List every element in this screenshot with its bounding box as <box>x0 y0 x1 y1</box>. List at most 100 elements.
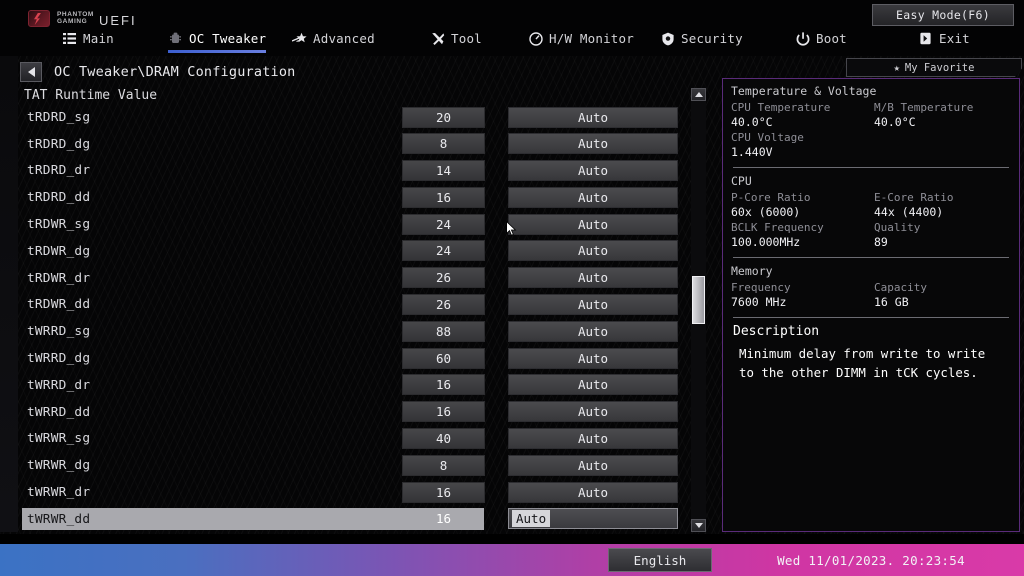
row-label: tRDWR_dd <box>27 297 91 313</box>
row-label: tWRWR_dg <box>27 458 91 474</box>
scrollbar-thumb[interactable] <box>692 276 705 324</box>
settings-row[interactable]: tRDWR_dd 26 Auto <box>0 292 712 319</box>
row-option-dropdown[interactable]: Auto <box>508 454 678 476</box>
nav-item-security[interactable]: Security <box>660 28 743 49</box>
row-option-value: Auto <box>577 404 609 420</box>
easy-mode-button[interactable]: Easy Mode(F6) <box>872 4 1014 26</box>
row-option-dropdown[interactable]: Auto <box>508 508 678 530</box>
settings-row[interactable]: tWRWR_dg 8 Auto <box>0 452 712 479</box>
settings-row[interactable]: tRDWR_dr 26 Auto <box>0 265 712 292</box>
row-option-value: Auto <box>577 297 609 313</box>
nav-item-advanced[interactable]: Advanced <box>292 28 375 49</box>
row-option-dropdown[interactable]: Auto <box>508 481 678 503</box>
settings-row[interactable]: tRDRD_dg 8 Auto <box>0 131 712 158</box>
star-arrow-icon <box>292 31 307 46</box>
section-title: TAT Runtime Value <box>24 88 158 103</box>
pcore-ratio-value: 60x (6000) <box>731 205 801 219</box>
brand-logo: PHANTOM GAMING <box>28 10 94 27</box>
nav-item-hw-monitor[interactable]: H/W Monitor <box>528 28 634 49</box>
row-option-dropdown[interactable]: Auto <box>508 133 678 155</box>
nav-item-main[interactable]: Main <box>62 28 114 49</box>
row-option-value: Auto <box>577 216 609 232</box>
language-button[interactable]: English <box>608 548 712 572</box>
row-current-value: 24 <box>402 213 485 235</box>
memory-section-title: Memory <box>731 264 773 278</box>
cpu-voltage-label: CPU Voltage <box>731 131 804 144</box>
power-icon <box>795 31 810 46</box>
divider-3 <box>733 317 1009 318</box>
brand-line-2: GAMING <box>57 17 88 25</box>
exit-icon <box>918 31 933 46</box>
back-button[interactable] <box>20 62 42 82</box>
row-label: tRDWR_dr <box>27 270 91 286</box>
bottom-frame-edge <box>0 534 1024 544</box>
settings-row[interactable]: tRDWR_sg 24 Auto <box>0 211 712 238</box>
nav-label-hw-monitor: H/W Monitor <box>549 31 634 46</box>
settings-row[interactable]: tRDRD_dd 16 Auto <box>0 184 712 211</box>
quality-label: Quality <box>874 221 921 234</box>
main-navigation: Main OC Tweaker Advanced Tool H/W Monito… <box>0 28 1024 56</box>
row-current-value: 16 <box>402 374 485 396</box>
row-option-dropdown[interactable]: Auto <box>508 240 678 262</box>
row-label: tWRWR_dd <box>27 511 91 527</box>
breadcrumb-path: OC Tweaker\DRAM Configuration <box>54 64 296 80</box>
scroll-down-button[interactable] <box>691 519 706 532</box>
nav-item-oc-tweaker[interactable]: OC Tweaker <box>168 28 267 53</box>
scroll-up-button[interactable] <box>691 88 706 101</box>
row-current-value: 20 <box>402 106 485 128</box>
gauge-icon <box>528 31 543 46</box>
row-option-value: Auto <box>577 377 609 393</box>
row-option-dropdown[interactable]: Auto <box>508 294 678 316</box>
settings-row[interactable]: tRDWR_dg 24 Auto <box>0 238 712 265</box>
row-option-dropdown[interactable]: Auto <box>508 106 678 128</box>
settings-row[interactable]: tWRWR_sg 40 Auto <box>0 426 712 453</box>
row-option-dropdown[interactable]: Auto <box>508 374 678 396</box>
nav-label-tool: Tool <box>451 31 482 46</box>
row-label: tWRRD_dr <box>27 377 91 393</box>
chip-icon <box>168 31 183 46</box>
row-current-value: 88 <box>402 320 485 342</box>
footer-bar: English Wed 11/01/2023. 20:23:54 <box>0 544 1024 576</box>
settings-row[interactable]: tWRWR_dr 16 Auto <box>0 479 712 506</box>
row-label: tWRRD_dg <box>27 351 91 367</box>
list-icon <box>62 31 77 46</box>
row-option-dropdown[interactable]: Auto <box>508 186 678 208</box>
settings-row[interactable]: tWRRD_dd 16 Auto <box>0 399 712 426</box>
left-frame-edge <box>0 56 18 532</box>
row-option-dropdown[interactable]: Auto <box>508 267 678 289</box>
back-arrow-icon <box>27 67 35 77</box>
list-scrollbar[interactable] <box>691 88 706 532</box>
row-option-dropdown[interactable]: Auto <box>508 160 678 182</box>
settings-row[interactable]: tRDRD_dr 14 Auto <box>0 158 712 185</box>
settings-row[interactable]: tWRRD_sg 88 Auto <box>0 318 712 345</box>
settings-row[interactable]: tWRRD_dg 60 Auto <box>0 345 712 372</box>
cpu-temp-value: 40.0°C <box>731 115 773 129</box>
row-option-dropdown[interactable]: Auto <box>508 320 678 342</box>
row-option-dropdown[interactable]: Auto <box>508 401 678 423</box>
row-option-dropdown[interactable]: Auto <box>508 428 678 450</box>
description-title: Description <box>733 324 820 339</box>
nav-item-exit[interactable]: Exit <box>918 28 970 49</box>
memory-capacity-value: 16 GB <box>874 295 909 309</box>
nav-label-exit: Exit <box>939 31 970 46</box>
nav-item-tool[interactable]: Tool <box>430 28 482 49</box>
nav-label-security: Security <box>681 31 743 46</box>
row-label: tRDWR_dg <box>27 243 91 259</box>
my-favorite-button[interactable]: ★ My Favorite <box>846 58 1022 77</box>
row-option-value: Auto <box>577 136 609 152</box>
description-body: Minimum delay from write to write to the… <box>739 346 986 380</box>
ecore-ratio-label: E-Core Ratio <box>874 191 954 204</box>
settings-row[interactable]: tWRWR_dd 16 Auto <box>0 506 712 532</box>
row-option-dropdown[interactable]: Auto <box>508 347 678 369</box>
settings-row[interactable]: tWRRD_dr 16 Auto <box>0 372 712 399</box>
row-option-value: Auto <box>577 484 609 500</box>
settings-row[interactable]: tRDRD_sg 20 Auto <box>0 104 712 131</box>
row-option-value: Auto <box>577 350 609 366</box>
row-option-dropdown[interactable]: Auto <box>508 213 678 235</box>
cpu-temp-label: CPU Temperature <box>731 101 831 114</box>
row-current-value: 16 <box>402 186 485 208</box>
nav-label-boot: Boot <box>816 31 847 46</box>
brand-text: PHANTOM GAMING <box>57 11 94 25</box>
bclk-value: 100.000MHz <box>731 235 801 249</box>
nav-item-boot[interactable]: Boot <box>795 28 847 49</box>
